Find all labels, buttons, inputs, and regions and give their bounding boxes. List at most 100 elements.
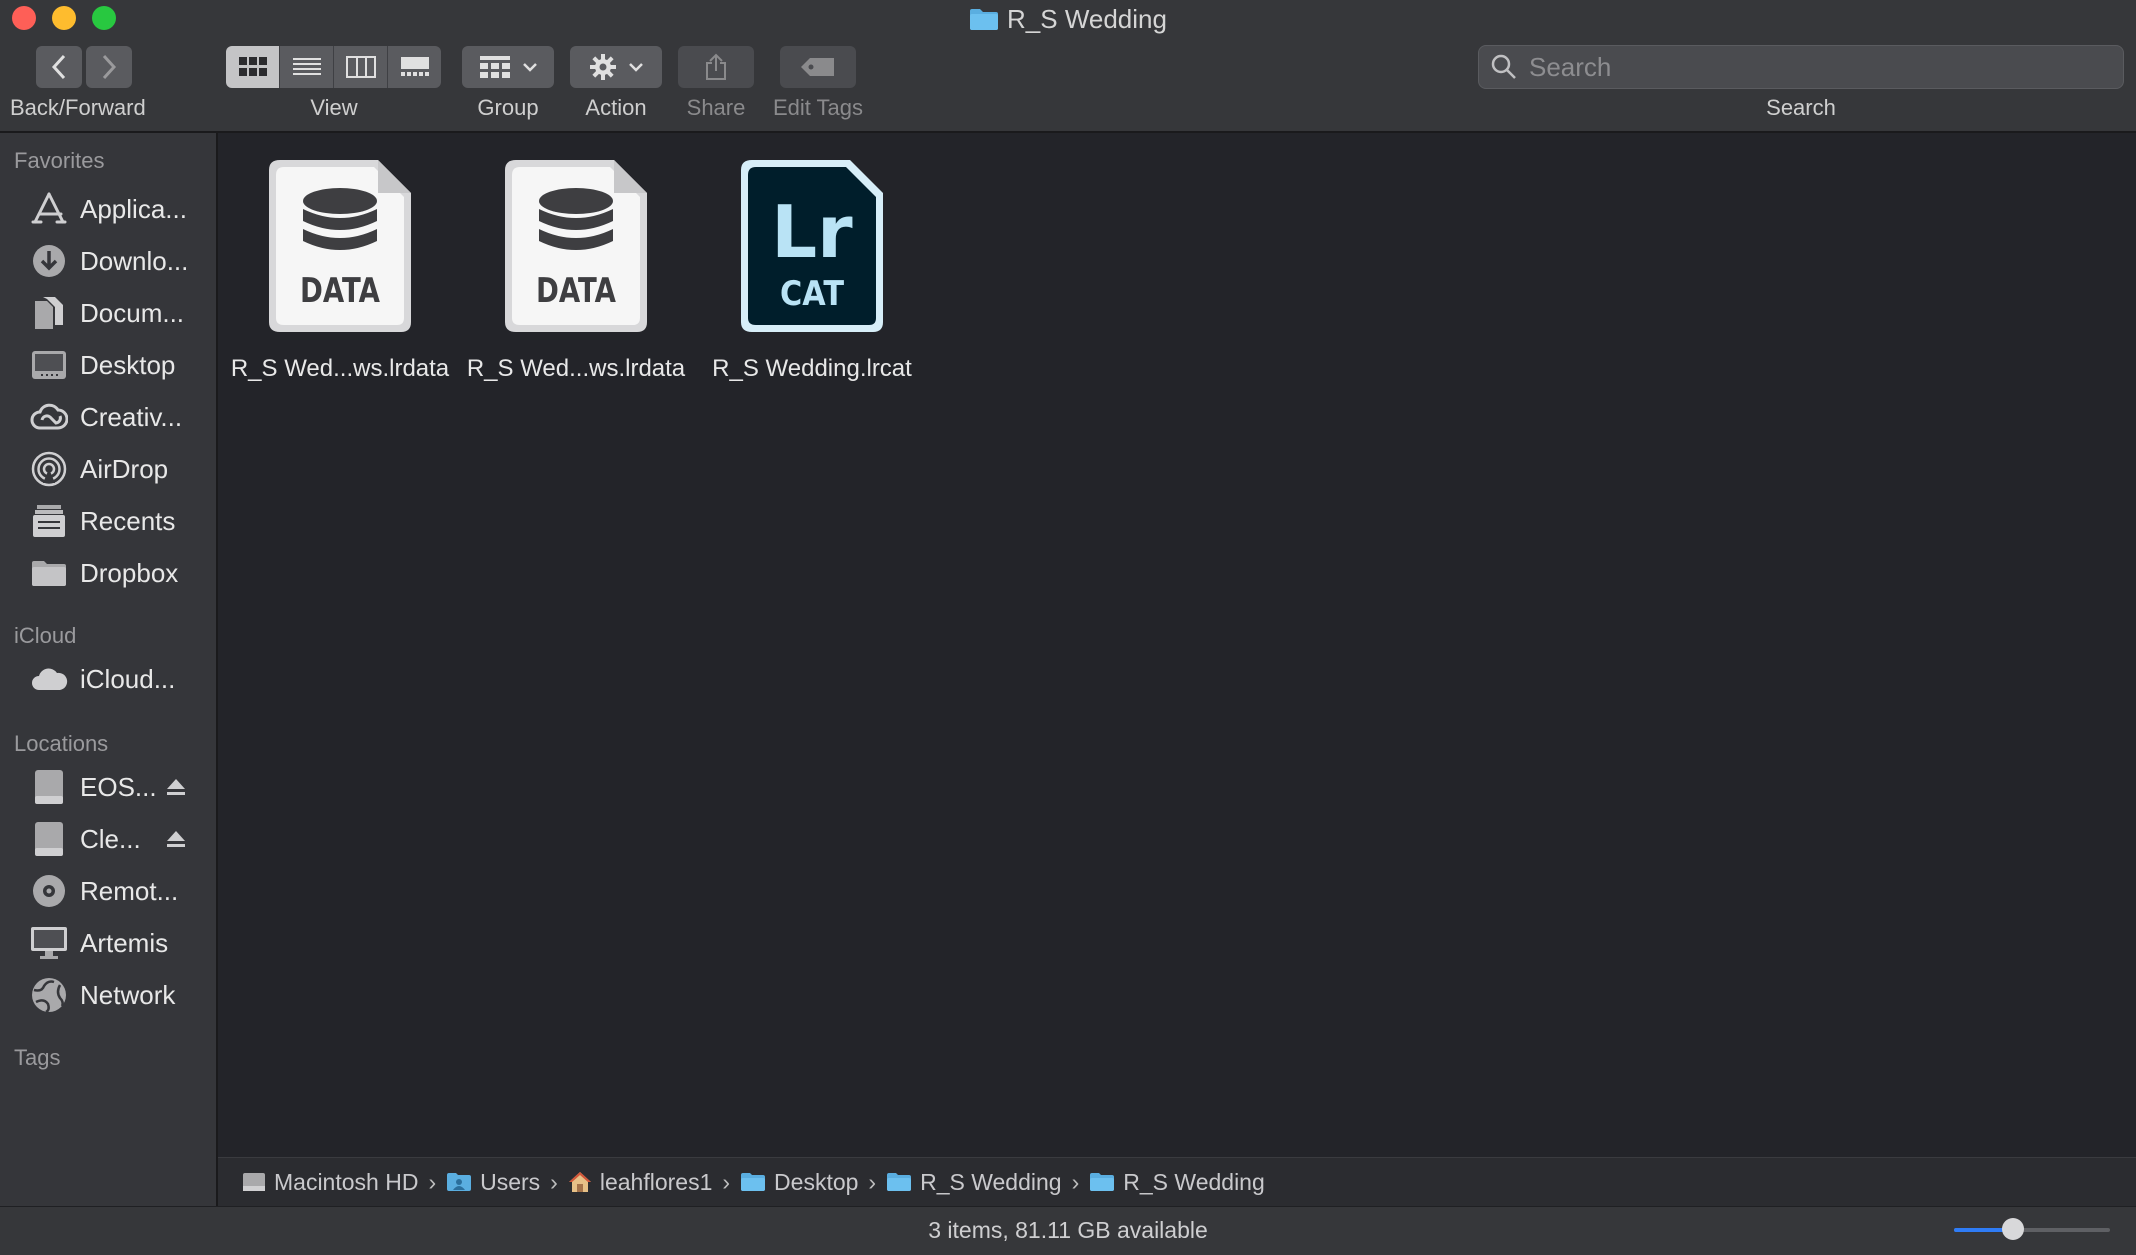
creative-cloud-icon: [29, 397, 69, 437]
sidebar-item-airdrop[interactable]: AirDrop: [0, 445, 216, 493]
list-view-button[interactable]: [280, 46, 334, 88]
group-grid-icon: [480, 56, 510, 78]
path-bar: Macintosh HD › Users › leahflores1 › Des…: [218, 1157, 2136, 1206]
path-item-label: R_S Wedding: [920, 1168, 1062, 1195]
sidebar-item-label: Applica...: [80, 193, 187, 224]
sidebar-item-downloads[interactable]: Downlo...: [0, 237, 216, 285]
path-item-label: Macintosh HD: [274, 1168, 419, 1195]
chevron-right-icon: ›: [722, 1168, 731, 1195]
sidebar-item-documents[interactable]: Docum...: [0, 289, 216, 337]
sidebar-section-icloud: iCloud: [14, 623, 77, 648]
sidebar-item-label: Network: [80, 979, 176, 1010]
sidebar-item-recents[interactable]: Recents: [0, 497, 216, 545]
sidebar-item-label: Creativ...: [80, 401, 183, 432]
cloud-icon: [29, 659, 69, 699]
path-item-label: Desktop: [774, 1168, 859, 1195]
column-view-button[interactable]: [334, 46, 388, 88]
chevron-down-icon: [523, 63, 537, 72]
share-button[interactable]: [678, 46, 754, 88]
path-item[interactable]: Desktop: [740, 1169, 858, 1196]
computer-icon: [29, 923, 69, 963]
sidebar-item-label: Recents: [80, 505, 176, 536]
search-input[interactable]: [1527, 50, 2091, 84]
path-item[interactable]: R_S Wedding: [886, 1169, 1062, 1196]
sidebar-section-favorites: Favorites: [14, 148, 105, 173]
search-label: Search: [1766, 95, 1836, 120]
sidebar-item-dropbox[interactable]: Dropbox: [0, 549, 216, 597]
downloads-icon: [29, 241, 69, 281]
file-name: R_S Wedding.lrcat: [712, 355, 912, 382]
lightroom-logo: Lr: [771, 190, 853, 274]
folder-icon: [29, 553, 69, 593]
gallery-view-button[interactable]: [388, 46, 441, 88]
group-button[interactable]: [462, 46, 554, 88]
sidebar-item-label: Artemis: [80, 927, 169, 958]
chevron-right-icon: ›: [868, 1168, 877, 1195]
sidebar-item-artemis[interactable]: Artemis: [0, 919, 216, 967]
file-item[interactable]: DATA R_S Wed...ws.lrdata: [466, 157, 686, 383]
sidebar-section-tags: Tags: [14, 1045, 61, 1070]
path-item[interactable]: R_S Wedding: [1089, 1169, 1265, 1196]
chevron-right-icon: [102, 54, 117, 80]
share-icon: [706, 53, 726, 80]
eject-icon[interactable]: [166, 778, 186, 796]
sidebar-item-icloud-drive[interactable]: iCloud...: [0, 655, 216, 703]
share-label: Share: [686, 95, 746, 120]
file-badge: CAT: [780, 274, 845, 314]
chevron-right-icon: ›: [550, 1168, 558, 1195]
database-icon: [303, 188, 377, 250]
chevron-right-icon: ›: [1071, 1168, 1080, 1195]
folder-icon: [886, 1172, 912, 1192]
chevron-right-icon: ›: [428, 1168, 437, 1195]
icon-size-slider[interactable]: [1954, 1218, 2110, 1240]
sidebar-item-label: Downlo...: [80, 245, 189, 276]
chevron-down-icon: [629, 63, 643, 72]
sidebar-item-desktop[interactable]: Desktop: [0, 341, 216, 389]
sidebar-section-locations: Locations: [14, 731, 109, 756]
sidebar-item-label: Docum...: [80, 297, 185, 328]
group-label: Group: [477, 95, 539, 120]
sidebar-item-eos[interactable]: EOS...: [0, 763, 216, 811]
action-button[interactable]: [570, 46, 662, 88]
drive-icon: [29, 819, 69, 859]
sidebar-item-label: Dropbox: [80, 557, 179, 588]
sidebar-item-label: iCloud...: [80, 663, 176, 694]
path-item[interactable]: Macintosh HD: [242, 1169, 418, 1196]
disc-icon: [29, 871, 69, 911]
eject-icon[interactable]: [166, 830, 186, 848]
sidebar-item-creative-cloud[interactable]: Creativ...: [0, 393, 216, 441]
search-field[interactable]: [1478, 45, 2124, 89]
path-item-label: R_S Wedding: [1123, 1168, 1265, 1195]
file-item[interactable]: DATA R_S Wed...ws.lrdata: [230, 157, 450, 383]
edit-tags-label: Edit Tags: [772, 95, 864, 120]
folder-icon: [1089, 1172, 1115, 1192]
back-button[interactable]: [36, 46, 82, 88]
sidebar-item-network[interactable]: Network: [0, 971, 216, 1019]
sidebar-item-cle[interactable]: Cle...: [0, 815, 216, 863]
view-mode-control: [226, 46, 441, 88]
grid-icon: [238, 57, 267, 76]
gear-icon: [590, 54, 616, 80]
hard-drive-icon: [242, 1171, 266, 1193]
users-folder-icon: [446, 1172, 472, 1192]
edit-tags-button[interactable]: [780, 46, 856, 88]
sidebar-item-applications[interactable]: Applica...: [0, 185, 216, 233]
documents-icon: [29, 293, 69, 333]
file-item[interactable]: Lr CAT R_S Wedding.lrcat: [702, 157, 922, 383]
icon-view-button[interactable]: [226, 46, 280, 88]
drive-icon: [29, 767, 69, 807]
window-title: R_S Wedding: [0, 4, 2136, 38]
list-icon: [292, 58, 321, 75]
chevron-left-icon: [51, 54, 66, 80]
window-title-text: R_S Wedding: [1007, 4, 1167, 34]
file-name: R_S Wed...ws.lrdata: [230, 355, 450, 382]
home-icon: [568, 1171, 592, 1193]
status-text: 3 items, 81.11 GB available: [928, 1217, 1208, 1243]
path-item[interactable]: leahflores1: [568, 1169, 712, 1196]
tag-icon: [801, 58, 834, 76]
path-item[interactable]: Users: [446, 1169, 540, 1196]
forward-button[interactable]: [86, 46, 132, 88]
sidebar-item-label: Remot...: [80, 875, 179, 906]
sidebar-item-remote-disc[interactable]: Remot...: [0, 867, 216, 915]
file-badge: DATA: [300, 271, 381, 311]
